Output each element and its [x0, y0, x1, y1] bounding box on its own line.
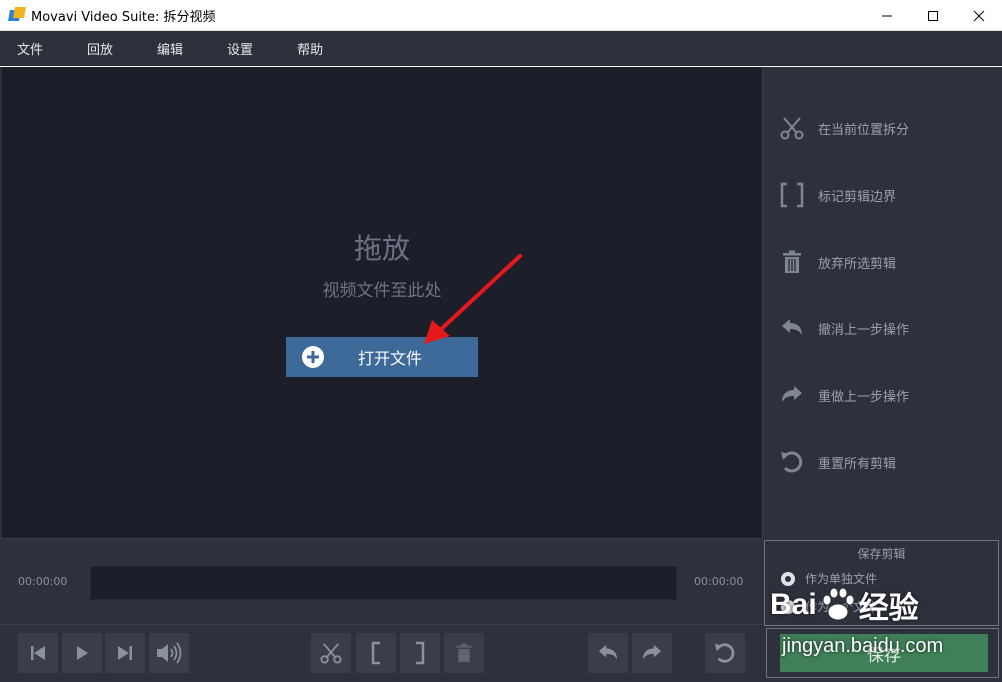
timeline: 00:00:00 00:00:00: [0, 538, 762, 624]
mark-in-button[interactable]: [356, 633, 396, 673]
edit-actions-panel: 在当前位置拆分 标记剪辑边界 放弃所选剪辑 撤消上一步操作 重做上一步操作 重置…: [762, 67, 1002, 538]
title-bar: Movavi Video Suite: 拆分视频: [0, 0, 1002, 31]
save-button[interactable]: 保存: [780, 634, 988, 672]
drop-title: 拖放: [353, 232, 410, 265]
scissors-icon: [320, 643, 342, 664]
maximize-icon: [928, 10, 938, 21]
undo-action[interactable]: 撤消上一步操作: [763, 308, 1002, 348]
skip-forward-icon: [118, 646, 132, 660]
brackets-icon: [777, 180, 807, 210]
skip-forward-button[interactable]: [105, 633, 145, 673]
split-at-position-action[interactable]: 在当前位置拆分: [763, 108, 1002, 148]
menu-playback[interactable]: 回放: [70, 39, 128, 58]
timeline-end-time: 00:00:00: [694, 575, 744, 588]
save-options-group: 保存剪辑 作为单独文件 作为一个文件: [764, 540, 999, 626]
play-button[interactable]: [62, 633, 102, 673]
trash-icon: [777, 247, 807, 277]
discard-selected-action[interactable]: 放弃所选剪辑: [763, 242, 1002, 282]
radio-separate-files[interactable]: 作为单独文件: [781, 570, 877, 587]
trash-icon: [456, 643, 472, 662]
save-group-title: 保存剪辑: [857, 547, 906, 561]
window-title: Movavi Video Suite: 拆分视频: [31, 9, 216, 25]
minimize-icon: [882, 15, 892, 16]
close-button[interactable]: [956, 0, 1002, 31]
action-label: 重做上一步操作: [818, 389, 910, 405]
menu-settings[interactable]: 设置: [210, 39, 268, 58]
reset-button[interactable]: [705, 633, 745, 673]
radio-button[interactable]: [781, 571, 795, 586]
action-label: 撤消上一步操作: [818, 322, 910, 338]
plus-circle-icon: [302, 346, 324, 368]
scissors-icon: [777, 113, 807, 143]
skip-back-icon: [31, 646, 45, 660]
save-button-frame: 保存: [766, 628, 999, 678]
delete-button[interactable]: [444, 633, 484, 673]
undo-icon: [777, 313, 807, 343]
redo-action[interactable]: 重做上一步操作: [763, 375, 1002, 415]
menu-bar: 文件 回放 编辑 设置 帮助: [0, 31, 1002, 66]
undo-icon: [598, 644, 618, 660]
drop-subtitle: 视频文件至此处: [322, 281, 442, 301]
close-icon: [973, 10, 985, 21]
redo-button[interactable]: [632, 633, 672, 673]
menu-help[interactable]: 帮助: [280, 39, 338, 58]
skip-back-button[interactable]: [18, 633, 58, 673]
open-file-label: 打开文件: [358, 349, 423, 368]
radio-label: 作为一个文件: [805, 600, 878, 614]
action-label: 标记剪辑边界: [818, 189, 897, 205]
maximize-button[interactable]: [910, 0, 956, 31]
action-label: 重置所有剪辑: [818, 456, 897, 472]
timeline-start-time: 00:00:00: [18, 575, 68, 588]
playback-controls: [0, 624, 762, 682]
reset-all-action[interactable]: 重置所有剪辑: [763, 442, 1002, 482]
action-label: 放弃所选剪辑: [818, 256, 897, 272]
bracket-left-icon: [371, 641, 380, 665]
reset-icon: [777, 447, 807, 477]
volume-icon: [157, 642, 182, 664]
play-icon: [77, 646, 88, 660]
mark-out-button[interactable]: [400, 633, 440, 673]
action-label: 在当前位置拆分: [818, 122, 910, 138]
mark-boundaries-action[interactable]: 标记剪辑边界: [763, 175, 1002, 215]
menu-file[interactable]: 文件: [0, 39, 58, 58]
bracket-right-icon: [416, 641, 425, 665]
app-logo-icon: [8, 7, 26, 23]
menu-edit[interactable]: 编辑: [140, 39, 198, 58]
undo-button[interactable]: [588, 633, 628, 673]
reset-icon: [714, 643, 735, 663]
split-button[interactable]: [311, 633, 351, 673]
save-panel: 保存剪辑 作为单独文件 作为一个文件 保存: [762, 538, 1002, 682]
redo-icon: [642, 644, 662, 660]
volume-button[interactable]: [149, 633, 189, 673]
redo-icon: [777, 380, 807, 410]
radio-one-file[interactable]: 作为一个文件: [781, 598, 877, 615]
video-drop-area[interactable]: 拖放 视频文件至此处 打开文件: [0, 67, 762, 538]
radio-label: 作为单独文件: [805, 572, 878, 586]
minimize-button[interactable]: [864, 0, 910, 31]
radio-button[interactable]: [781, 599, 795, 614]
open-file-button[interactable]: 打开文件: [286, 337, 478, 377]
timeline-track[interactable]: [90, 566, 677, 600]
